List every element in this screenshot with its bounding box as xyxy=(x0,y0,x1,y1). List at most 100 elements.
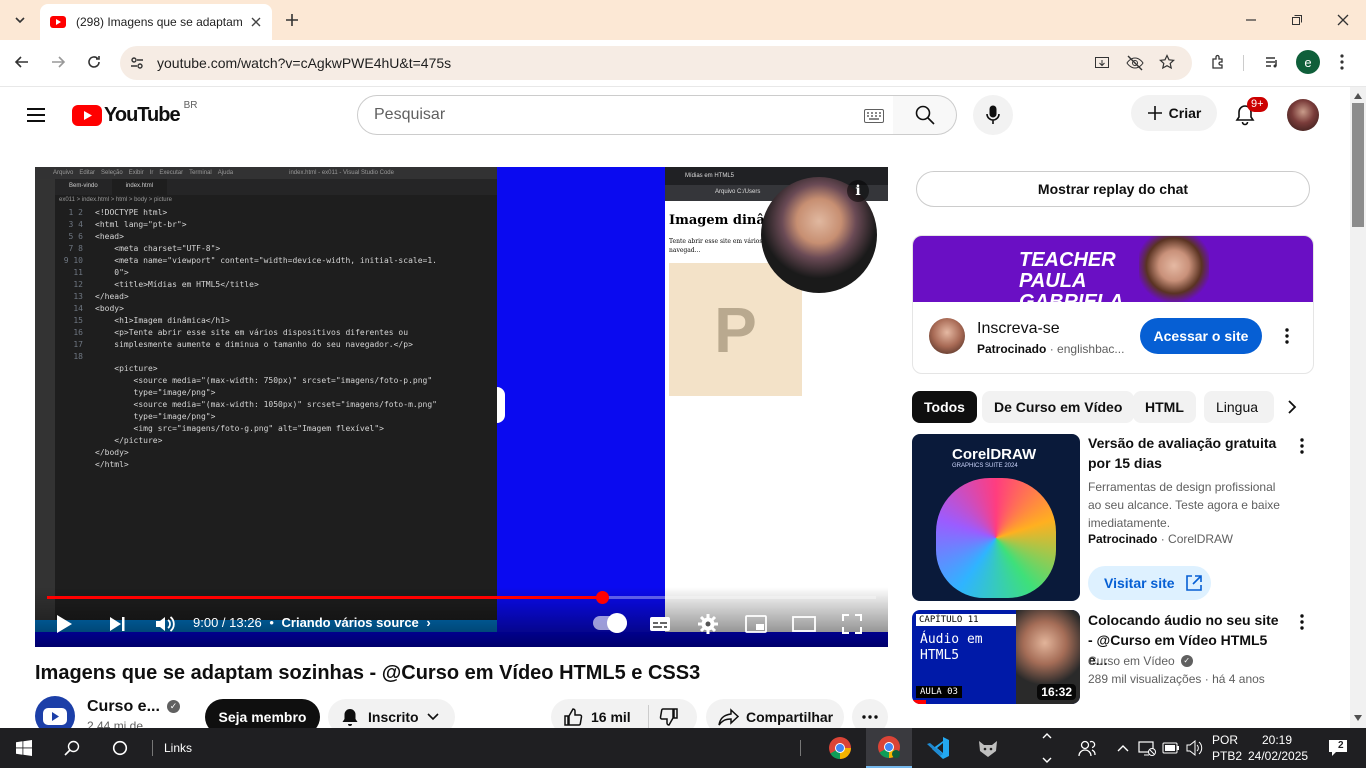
volume-button[interactable] xyxy=(152,609,178,639)
ad-title[interactable]: Inscreva-se xyxy=(977,320,1060,338)
search-button[interactable] xyxy=(893,95,957,135)
install-app-icon[interactable] xyxy=(1094,55,1110,71)
subtitles-button[interactable] xyxy=(645,611,675,637)
toolbar-separator xyxy=(800,740,801,756)
language-code: POR xyxy=(1212,733,1239,747)
video-player[interactable]: Arquivo Editar Seleção Exibir Ir Executa… xyxy=(35,167,888,647)
card2-channel-row: Curso em Vídeo ✓ xyxy=(1088,654,1193,668)
taskbar-vscode[interactable] xyxy=(916,728,960,768)
youtube-logo[interactable]: YouTube BR xyxy=(72,100,197,127)
new-tab-button[interactable] xyxy=(280,8,304,32)
like-button[interactable]: 16 mil xyxy=(551,705,649,729)
youtube-logo-icon xyxy=(72,105,102,126)
card2-channel[interactable]: Curso em Vídeo xyxy=(1088,654,1175,668)
omnibox[interactable]: youtube.com/watch?v=cAgkwPWE4hU&t=475s xyxy=(120,46,1192,80)
visit-site-button[interactable]: Visitar site xyxy=(1088,566,1211,600)
tab-search-button[interactable] xyxy=(6,6,34,34)
close-window-button[interactable] xyxy=(1328,6,1358,34)
taskbar-chrome-profile[interactable] xyxy=(866,728,912,768)
scrollbar-thumb[interactable] xyxy=(1352,103,1364,227)
input-language[interactable]: POR PTB2 xyxy=(1212,732,1242,764)
scroll-down-icon[interactable] xyxy=(1354,715,1362,721)
ad-cta-button[interactable]: Acessar o site xyxy=(1140,318,1262,354)
ad-sponsored: Patrocinado xyxy=(977,342,1047,356)
create-button[interactable]: Criar xyxy=(1131,95,1217,131)
kebab-menu-icon xyxy=(1300,438,1304,454)
chip-all[interactable]: Todos xyxy=(912,391,977,423)
forward-button[interactable] xyxy=(44,48,72,76)
voice-search-button[interactable] xyxy=(973,95,1013,135)
page-scrollbar[interactable] xyxy=(1350,87,1366,728)
chevron-down-icon xyxy=(427,713,439,721)
power-button[interactable] xyxy=(1160,728,1182,768)
hidden-icons-button[interactable] xyxy=(1112,728,1134,768)
account-avatar[interactable] xyxy=(1287,99,1319,131)
plus-icon xyxy=(286,14,298,26)
people-button[interactable] xyxy=(1072,728,1102,768)
notifications-button[interactable]: 9+ xyxy=(1229,97,1268,131)
scroll-up-icon[interactable] xyxy=(1354,93,1362,99)
ad-avatar[interactable] xyxy=(929,318,965,354)
cortana-button[interactable] xyxy=(100,728,140,768)
ad-menu-button[interactable] xyxy=(1277,324,1297,348)
channel-watermark-icon[interactable] xyxy=(836,550,876,580)
editor-code: <!DOCTYPE html> <html lang="pt-br"> <hea… xyxy=(95,208,437,469)
site-settings-icon[interactable] xyxy=(129,55,145,71)
minimize-button[interactable] xyxy=(1236,6,1266,34)
search-taskbar-button[interactable] xyxy=(52,728,92,768)
ad-domain: englishbac... xyxy=(1057,342,1125,356)
browser-tab[interactable]: (298) Imagens que se adaptam xyxy=(40,4,272,40)
network-button[interactable] xyxy=(1136,728,1158,768)
progress-bar[interactable] xyxy=(47,591,876,604)
sponsored-ad-card[interactable]: TEACHER PAULA GABRIELA Inscreva-se Patro… xyxy=(912,235,1314,374)
close-icon[interactable] xyxy=(250,16,262,28)
editor-menu-6: Terminal xyxy=(189,170,212,176)
links-toolbar[interactable]: Links xyxy=(164,741,192,755)
card2-thumbnail[interactable]: CAPÍTULO 11 Áudio em HTML5 AULA 03 16:32 xyxy=(912,610,1080,704)
settings-button[interactable] xyxy=(693,611,723,637)
editor-tabs: Bem-vindo index.html xyxy=(55,179,497,195)
fullscreen-button[interactable] xyxy=(837,611,867,637)
star-icon[interactable] xyxy=(1159,54,1175,70)
coreldraw-thumbnail[interactable]: CorelDRAW GRAPHICS SUITE 2024 xyxy=(912,434,1080,601)
keyboard-icon[interactable] xyxy=(864,109,884,123)
taskbar-app-cat[interactable] xyxy=(966,728,1010,768)
reload-button[interactable] xyxy=(80,48,108,76)
card1-title[interactable]: Versão de avaliação gratuita por 15 dias xyxy=(1088,433,1278,473)
ad-cta-label: Acessar o site xyxy=(1153,328,1249,344)
guide-menu-button[interactable] xyxy=(20,99,52,131)
card2-menu-button[interactable] xyxy=(1292,610,1312,634)
search-placeholder: Pesquisar xyxy=(374,106,446,123)
action-center-button[interactable]: 2 xyxy=(1318,728,1358,768)
start-button[interactable] xyxy=(0,728,48,768)
search-input[interactable]: Pesquisar xyxy=(357,95,894,135)
dislike-button[interactable] xyxy=(649,707,679,727)
play-button[interactable] xyxy=(55,609,73,639)
card1-menu-button[interactable] xyxy=(1292,434,1312,458)
chapter-title[interactable]: Criando vários source xyxy=(282,615,419,630)
browser-menu-button[interactable] xyxy=(1332,48,1352,76)
action-center-count: 2 xyxy=(1338,740,1344,751)
theater-mode-button[interactable] xyxy=(789,611,819,637)
next-button[interactable] xyxy=(105,609,129,639)
chips-next-button[interactable] xyxy=(1276,391,1308,423)
autoplay-toggle[interactable] xyxy=(593,613,627,633)
extensions-button[interactable] xyxy=(1204,48,1232,76)
channel-name[interactable]: Curso e... xyxy=(87,698,160,716)
eye-off-icon[interactable] xyxy=(1126,55,1144,71)
volume-tray-button[interactable] xyxy=(1184,728,1206,768)
show-chat-replay-button[interactable]: Mostrar replay do chat xyxy=(916,171,1310,207)
taskbar-scroller[interactable] xyxy=(1042,730,1054,766)
chip-html[interactable]: HTML xyxy=(1133,391,1196,423)
back-button[interactable] xyxy=(8,48,36,76)
restore-button[interactable] xyxy=(1282,6,1312,34)
clock[interactable]: 20:19 24/02/2025 xyxy=(1248,732,1308,764)
miniplayer-button[interactable] xyxy=(741,611,771,637)
chip-language[interactable]: Lingua xyxy=(1204,391,1274,423)
media-controls-button[interactable] xyxy=(1258,48,1286,76)
profile-button[interactable]: e xyxy=(1296,50,1320,74)
chip-from-channel[interactable]: De Curso em Vídeo xyxy=(982,391,1135,423)
taskbar-chrome[interactable] xyxy=(818,728,862,768)
info-icon[interactable]: i xyxy=(847,180,869,202)
ad-banner-image[interactable]: TEACHER PAULA GABRIELA xyxy=(913,236,1313,313)
